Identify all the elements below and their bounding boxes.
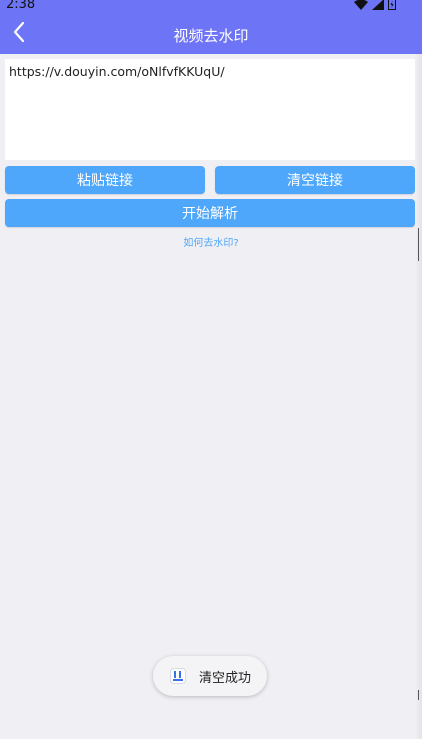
scroll-edge — [415, 54, 422, 739]
signal-icon — [372, 0, 384, 14]
battery-icon — [388, 0, 396, 14]
app-icon — [170, 668, 186, 684]
paste-link-button[interactable]: 粘贴链接 — [5, 166, 205, 194]
toast-message: 清空成功 — [199, 670, 252, 686]
scroll-indicator-bottom — [418, 690, 419, 700]
status-time: 2:38 — [6, 0, 36, 12]
toolbar: 视频去水印 — [0, 14, 422, 54]
wifi-icon — [354, 0, 368, 14]
page-title: 视频去水印 — [173, 27, 249, 45]
help-link[interactable]: 如何去水印? — [0, 234, 422, 249]
url-input[interactable]: https://v.douyin.com/oNlfvfKKUqU/ — [5, 59, 415, 160]
status-bar: 2:38 — [0, 0, 422, 14]
start-parse-button[interactable]: 开始解析 — [5, 199, 415, 227]
clear-link-button[interactable]: 清空链接 — [215, 166, 415, 194]
status-icons — [354, 0, 396, 12]
toast: 清空成功 — [153, 656, 267, 696]
scroll-indicator — [418, 228, 419, 261]
